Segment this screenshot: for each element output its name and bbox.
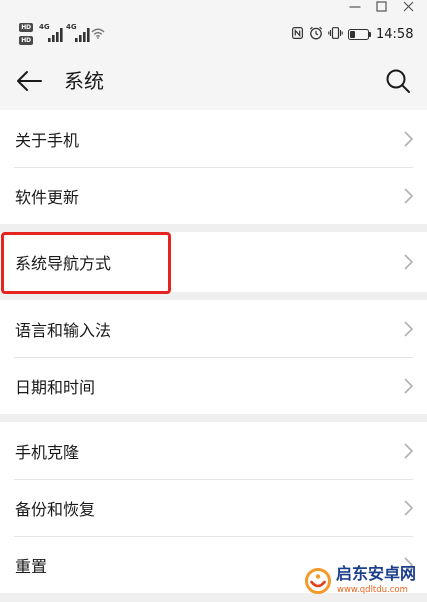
chevron-right-icon xyxy=(404,320,414,337)
minimize-icon[interactable] xyxy=(349,1,361,13)
chevron-right-icon xyxy=(404,130,414,147)
settings-group: 关于手机 软件更新 xyxy=(0,110,427,224)
settings-item-label: 系统导航方式 xyxy=(15,254,112,273)
settings-item-label: 关于手机 xyxy=(15,130,80,150)
settings-list: 关于手机 软件更新 系统导航方式 语言和输入法 日期和时间 手机克隆 备份和恢复… xyxy=(0,110,427,601)
watermark-name: 启东安卓网 xyxy=(336,564,417,583)
settings-item-about-phone[interactable]: 关于手机 xyxy=(0,110,427,167)
settings-item-label: 语言和输入法 xyxy=(15,320,112,340)
watermark-logo-icon xyxy=(304,567,332,595)
settings-item-label: 手机克隆 xyxy=(15,442,80,462)
back-arrow-icon[interactable] xyxy=(16,70,42,92)
settings-item-software-update[interactable]: 软件更新 xyxy=(0,167,427,224)
settings-item-system-navigation[interactable]: 系统导航方式 xyxy=(0,232,427,294)
watermark: 启东安卓网 www.qdltdu.com xyxy=(302,563,424,599)
sim1-signal: 4G xyxy=(39,23,65,42)
battery-nub xyxy=(369,32,371,37)
page-title: 系统 xyxy=(64,69,104,93)
settings-item-label: 备份和恢复 xyxy=(15,499,96,519)
settings-item-label: 软件更新 xyxy=(15,187,80,207)
maximize-icon[interactable] xyxy=(376,1,387,12)
signal-bars-icon xyxy=(72,28,92,42)
settings-item-label: 日期和时间 xyxy=(15,377,96,397)
signal-bars-icon xyxy=(45,28,65,42)
settings-item-language-input[interactable]: 语言和输入法 xyxy=(0,300,427,357)
chevron-right-icon xyxy=(404,254,414,270)
settings-group: 语言和输入法 日期和时间 xyxy=(0,300,427,414)
close-icon[interactable] xyxy=(403,1,414,12)
settings-group: 系统导航方式 xyxy=(0,232,427,294)
status-bar: HD HD 4G 4G 14:58 xyxy=(0,16,427,52)
alarm-icon xyxy=(309,26,323,40)
search-icon[interactable] xyxy=(385,68,411,94)
vibrate-icon xyxy=(328,27,343,39)
chevron-right-icon xyxy=(404,187,414,204)
chevron-right-icon xyxy=(404,442,414,459)
status-time: 14:58 xyxy=(376,27,414,42)
app-header: 系统 xyxy=(0,52,427,110)
hd-voice-badge: HD xyxy=(19,36,33,45)
sim2-signal: 4G xyxy=(66,23,92,42)
settings-item-label: 重置 xyxy=(15,556,48,576)
wifi-icon xyxy=(91,28,105,39)
settings-item-phone-clone[interactable]: 手机克隆 xyxy=(0,422,427,479)
battery-icon xyxy=(348,29,369,40)
nfc-icon xyxy=(292,27,304,40)
chevron-right-icon xyxy=(404,377,414,394)
settings-item-date-time[interactable]: 日期和时间 xyxy=(0,357,427,414)
settings-item-backup-restore[interactable]: 备份和恢复 xyxy=(0,479,427,536)
hd-voice-badge: HD xyxy=(19,23,33,32)
chevron-right-icon xyxy=(404,499,414,516)
battery-fill xyxy=(350,31,356,38)
watermark-url: www.qdltdu.com xyxy=(337,585,408,595)
